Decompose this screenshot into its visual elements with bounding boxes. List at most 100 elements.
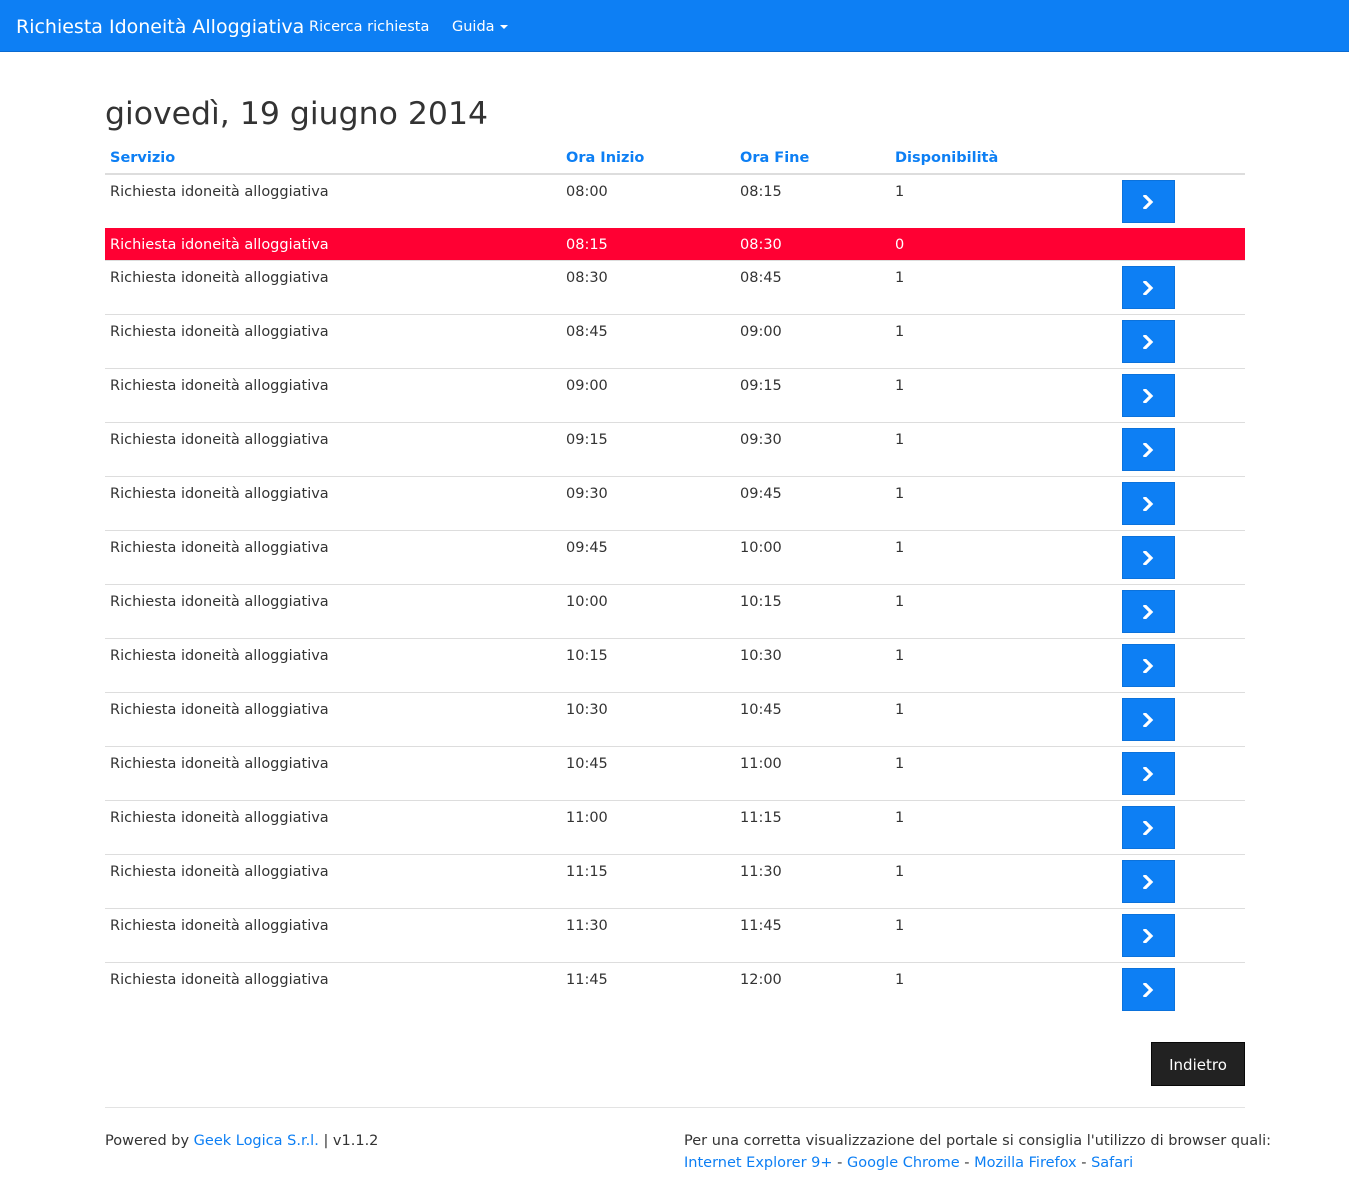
table-row: Richiesta idoneità alloggiativa 08:30 08:4… <box>105 259 1245 314</box>
cell-action <box>1111 961 1245 1016</box>
table-row-unavailable: Richiesta idoneità alloggiativa 08:15 08:3… <box>105 227 1245 260</box>
table-row: Richiesta idoneità alloggiativa 10:45 11:0… <box>105 745 1245 800</box>
select-slot-button[interactable] <box>1122 265 1175 309</box>
cell-service: Richiesta idoneità alloggiativa <box>105 421 561 476</box>
select-slot-button[interactable] <box>1122 751 1175 795</box>
browser-link-ie[interactable]: Internet Explorer 9+ <box>684 1155 833 1171</box>
cell-availability: 1 <box>890 259 1111 314</box>
cell-availability: 1 <box>890 853 1111 908</box>
header-service[interactable]: Servizio <box>105 143 561 175</box>
table-row: Richiesta idoneità alloggiativa 09:15 09:3… <box>105 421 1245 476</box>
select-slot-button[interactable] <box>1122 319 1175 363</box>
cell-end-time: 09:15 <box>735 367 890 422</box>
page-title: giovedì, 19 giugno 2014 <box>105 96 489 132</box>
cell-availability: 0 <box>890 227 1111 260</box>
cell-service: Richiesta idoneità alloggiativa <box>105 853 561 908</box>
caret-down-icon <box>499 25 508 29</box>
select-slot-button[interactable] <box>1122 427 1175 471</box>
cell-availability: 1 <box>890 367 1111 422</box>
table-row: Richiesta idoneità alloggiativa 08:00 08:1… <box>105 174 1245 228</box>
cell-end-time: 11:30 <box>735 853 890 908</box>
select-slot-button[interactable] <box>1122 535 1175 579</box>
cell-service: Richiesta idoneità alloggiativa <box>105 691 561 746</box>
select-slot-button[interactable] <box>1122 481 1175 525</box>
browser-link-chrome[interactable]: Google Chrome <box>847 1155 960 1171</box>
cell-service: Richiesta idoneità alloggiativa <box>105 961 561 1016</box>
cell-end-time: 10:00 <box>735 529 890 584</box>
cell-service: Richiesta idoneità alloggiativa <box>105 259 561 314</box>
select-slot-button[interactable] <box>1122 697 1175 741</box>
footer-credits: Powered by Geek Logica S.r.l. | v1.1.2 <box>105 1130 378 1152</box>
brand-link[interactable]: Richiesta Idoneità Alloggiativa <box>16 0 304 54</box>
cell-availability: 1 <box>890 961 1111 1016</box>
cell-service: Richiesta idoneità alloggiativa <box>110 184 329 200</box>
select-slot-button[interactable] <box>1122 859 1175 903</box>
browser-link-firefox[interactable]: Mozilla Firefox <box>974 1155 1077 1171</box>
table-row: Richiesta idoneità alloggiativa 08:45 09:0… <box>105 313 1245 368</box>
back-button[interactable]: Indietro <box>1151 1042 1245 1086</box>
footer-divider <box>105 1107 1245 1108</box>
chevron-right-icon <box>1143 766 1154 781</box>
select-slot-button[interactable] <box>1122 180 1175 223</box>
table-row: Richiesta idoneità alloggiativa 11:15 11:3… <box>105 853 1245 908</box>
chevron-right-icon <box>1143 820 1154 835</box>
cell-action <box>1111 637 1245 692</box>
chevron-right-icon <box>1143 550 1154 565</box>
cell-start-time: 09:00 <box>561 367 735 422</box>
chevron-right-icon <box>1143 442 1154 457</box>
cell-service: Richiesta idoneità alloggiativa <box>105 529 561 584</box>
cell-availability: 1 <box>890 529 1111 584</box>
browser-links: Internet Explorer 9+ - Google Chrome - M… <box>684 1152 1245 1174</box>
header-availability[interactable]: Disponibilità <box>890 143 1111 175</box>
cell-start-time: 11:00 <box>561 799 735 854</box>
select-slot-button[interactable] <box>1122 913 1175 957</box>
navbar: Richiesta Idoneità Alloggiativa Ricerca … <box>0 0 1349 52</box>
cell-action <box>1111 421 1245 476</box>
cell-end-time: 08:45 <box>735 259 890 314</box>
table-row: Richiesta idoneità alloggiativa 11:00 11:1… <box>105 799 1245 854</box>
cell-action <box>1111 745 1245 800</box>
cell-start-time: 11:45 <box>561 961 735 1016</box>
select-slot-button[interactable] <box>1122 589 1175 633</box>
cell-availability: 1 <box>890 691 1111 746</box>
nav-guide-label: Guida <box>452 19 495 35</box>
cell-action <box>1111 583 1245 638</box>
cell-service: Richiesta idoneità alloggiativa <box>105 637 561 692</box>
cell-service: Richiesta idoneità alloggiativa <box>105 907 561 962</box>
cell-availability: 1 <box>890 745 1111 800</box>
select-slot-button[interactable] <box>1122 967 1175 1011</box>
cell-action <box>1111 367 1245 422</box>
cell-start-time: 08:30 <box>561 259 735 314</box>
chevron-right-icon <box>1143 874 1154 889</box>
cell-availability: 1 <box>895 184 905 200</box>
company-link[interactable]: Geek Logica S.r.l. <box>194 1133 319 1149</box>
nav-guide-dropdown[interactable]: Guida <box>452 0 508 54</box>
select-slot-button[interactable] <box>1122 373 1175 417</box>
select-slot-button[interactable] <box>1122 643 1175 687</box>
cell-action <box>1111 529 1245 584</box>
cell-end-time: 09:45 <box>735 475 890 530</box>
cell-start-time: 10:30 <box>561 691 735 746</box>
chevron-right-icon <box>1143 280 1154 295</box>
cell-availability: 1 <box>890 583 1111 638</box>
header-start-time[interactable]: Ora Inizio <box>561 143 735 175</box>
chevron-right-icon <box>1143 658 1154 673</box>
table-row: Richiesta idoneità alloggiativa 10:15 10:3… <box>105 637 1245 692</box>
cell-end-time: 08:15 <box>740 184 782 200</box>
chevron-right-icon <box>1143 334 1154 349</box>
header-end-time[interactable]: Ora Fine <box>735 143 890 175</box>
cell-end-time: 11:00 <box>735 745 890 800</box>
chevron-right-icon <box>1143 712 1154 727</box>
select-slot-button[interactable] <box>1122 805 1175 849</box>
cell-end-time: 11:15 <box>735 799 890 854</box>
cell-service: Richiesta idoneità alloggiativa <box>105 475 561 530</box>
cell-availability: 1 <box>890 421 1111 476</box>
footer-browser-note: Per una corretta visualizzazione del por… <box>684 1130 1271 1174</box>
version-text: | v1.1.2 <box>323 1133 379 1149</box>
powered-by-text: Powered by <box>105 1133 190 1149</box>
cell-start-time: 09:15 <box>561 421 735 476</box>
browser-link-safari[interactable]: Safari <box>1091 1155 1133 1171</box>
cell-availability: 1 <box>890 313 1111 368</box>
cell-start-time: 10:45 <box>561 745 735 800</box>
nav-search-request[interactable]: Ricerca richiesta <box>309 0 429 54</box>
